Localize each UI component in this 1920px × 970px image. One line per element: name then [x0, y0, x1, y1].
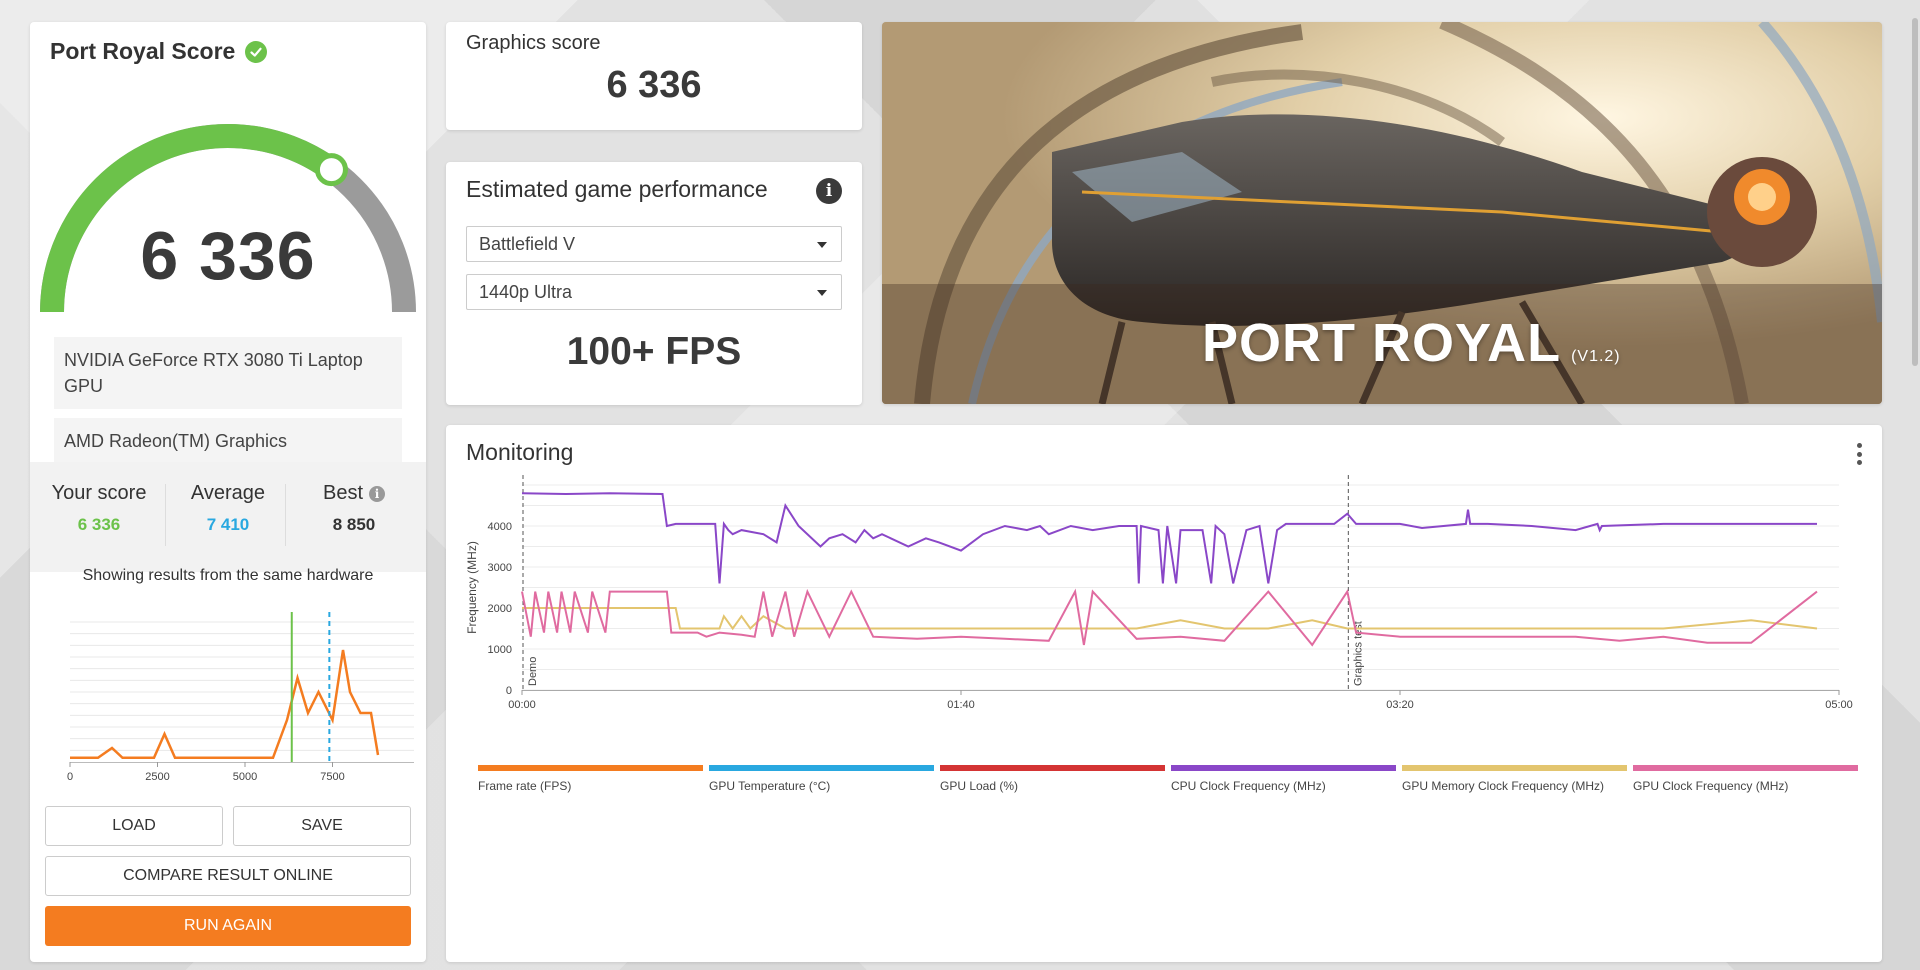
x-tick-label: 01:40 — [947, 699, 975, 711]
legend-swatch — [1402, 765, 1627, 771]
estimated-fps: 100+ FPS — [566, 330, 742, 373]
score-title-text: Port Royal Score — [50, 38, 236, 64]
x-tick-label: 7500 — [320, 771, 344, 782]
game-select-value: Battlefield V — [479, 233, 576, 254]
average-stat: Average 7 410 — [168, 482, 288, 535]
preset-select-value: 1440p Ultra — [479, 281, 573, 302]
x-tick-label: 00:00 — [508, 699, 536, 711]
legend-item[interactable]: Frame rate (FPS) — [478, 765, 703, 793]
more-options-icon[interactable] — [1856, 443, 1862, 465]
legend-swatch — [1633, 765, 1858, 771]
series-line — [521, 588, 1818, 647]
banner-version: (V1.2) — [1571, 348, 1621, 365]
legend-label: GPU Memory Clock Frequency (MHz) — [1402, 779, 1605, 793]
legend-swatch — [478, 765, 703, 771]
y-tick-label: 3000 — [488, 562, 512, 574]
page-scrollbar[interactable] — [1912, 18, 1918, 366]
legend-label: GPU Clock Frequency (MHz) — [1633, 779, 1789, 793]
y-tick-label: 4000 — [488, 521, 512, 533]
series-line — [522, 607, 1818, 631]
x-tick-label: 5000 — [233, 771, 257, 782]
average-value: 7 410 — [206, 515, 250, 534]
save-button[interactable]: SAVE — [233, 806, 411, 846]
info-icon[interactable]: i — [816, 178, 842, 204]
legend-swatch — [940, 765, 1165, 771]
run-again-button[interactable]: RUN AGAIN — [45, 906, 411, 946]
your-score-value: 6 336 — [77, 515, 121, 534]
estimated-title: Estimated game performance — [466, 176, 768, 202]
section-label: Graphics test — [1352, 621, 1364, 686]
load-button[interactable]: LOAD — [45, 806, 223, 846]
legend-label: GPU Load (%) — [940, 779, 1019, 793]
legend-label: GPU Temperature (°C) — [709, 779, 831, 793]
average-label: Average — [190, 482, 266, 504]
monitoring-chart: 0 1000 2000 3000 4000 Frequency (MHz) 00:00 01:… — [465, 475, 1853, 711]
best-value: 8 850 — [332, 515, 376, 534]
monitoring-card: Monitoring 0 1000 2000 3000 4000 Frequency (M… — [446, 425, 1882, 962]
preset-select[interactable]: 1440p Ultra — [466, 274, 842, 310]
y-tick-label: 0 — [506, 685, 512, 697]
banner-title: PORT ROYAL (V1.2) — [1202, 312, 1621, 374]
overall-score: 6 336 — [140, 218, 316, 294]
legend-swatch — [709, 765, 934, 771]
same-hardware-note: Showing results from the same hardware — [82, 567, 374, 584]
stat-divider — [285, 484, 286, 546]
caret-down-icon — [817, 242, 827, 248]
best-label-row: Best i — [294, 482, 414, 505]
graphics-score-value: 6 336 — [606, 64, 702, 106]
score-title: Port Royal Score — [50, 38, 268, 65]
series-line — [521, 492, 1817, 584]
y-tick-label: 2000 — [488, 603, 512, 615]
your-score-label: Your score — [51, 482, 147, 504]
info-icon[interactable]: i — [369, 485, 386, 502]
legend-item[interactable]: GPU Load (%) — [940, 765, 1165, 793]
monitoring-title: Monitoring — [466, 439, 574, 465]
compare-result-online-button[interactable]: COMPARE RESULT ONLINE — [45, 856, 411, 896]
legend-item[interactable]: GPU Temperature (°C) — [709, 765, 934, 793]
x-tick-label: 03:20 — [1386, 699, 1414, 711]
stat-divider — [165, 484, 166, 546]
caret-down-icon — [817, 290, 827, 296]
score-panel: Port Royal Score 6 336 NVIDIA GeForce RT… — [30, 22, 426, 962]
monitoring-legend: Frame rate (FPS) GPU Temperature (°C) GPU … — [478, 765, 1858, 793]
banner-title-text: PORT ROYAL — [1202, 313, 1562, 373]
estimated-game-performance-card: Estimated game performance i Battlefield… — [446, 162, 862, 405]
gauge-knob — [314, 153, 348, 187]
x-tick-label: 0 — [67, 771, 73, 782]
legend-label: Frame rate (FPS) — [478, 779, 572, 793]
x-tick-label: 05:00 — [1825, 699, 1853, 711]
legend-item[interactable]: GPU Memory Clock Frequency (MHz) — [1402, 765, 1627, 793]
legend-item[interactable]: CPU Clock Frequency (MHz) — [1171, 765, 1396, 793]
graphics-score-label: Graphics score — [466, 32, 601, 54]
cpu-name: AMD Radeon(TM) Graphics — [54, 418, 402, 462]
section-label: Demo — [527, 657, 539, 686]
best-stat: Best i 8 850 — [294, 482, 414, 535]
check-circle-icon — [245, 40, 268, 63]
x-tick-label: 2500 — [145, 771, 169, 782]
y-axis-label: Frequency (MHz) — [465, 541, 479, 634]
port-royal-banner: PORT ROYAL (V1.2) — [882, 22, 1882, 404]
legend-label: CPU Clock Frequency (MHz) — [1171, 779, 1326, 793]
legend-swatch — [1171, 765, 1396, 771]
legend-item[interactable]: GPU Clock Frequency (MHz) — [1633, 765, 1858, 793]
score-distribution-chart: 0 2500 5000 7500 — [67, 612, 414, 782]
graphics-score-card: Graphics score 6 336 — [446, 22, 862, 130]
your-score-stat: Your score 6 336 — [39, 482, 159, 535]
best-label: Best — [322, 482, 364, 504]
game-select[interactable]: Battlefield V — [466, 226, 842, 262]
gpu-name: NVIDIA GeForce RTX 3080 Ti Laptop GPU — [54, 337, 402, 409]
y-tick-label: 1000 — [488, 644, 512, 656]
